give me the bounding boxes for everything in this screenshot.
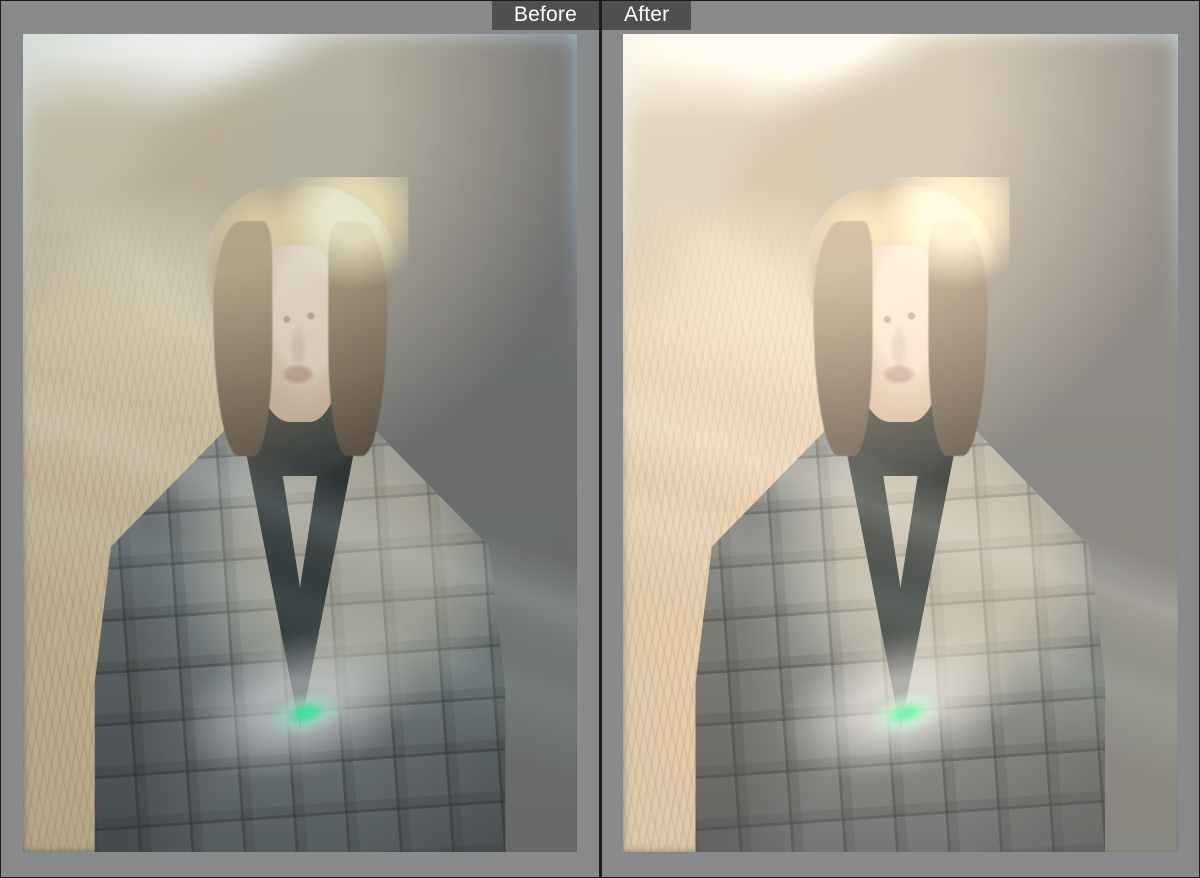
after-label: After	[602, 1, 691, 30]
before-after-compare: Before	[0, 0, 1200, 878]
image-preview-before[interactable]	[23, 34, 578, 852]
image-preview-after[interactable]	[623, 34, 1177, 852]
before-pane[interactable]: Before	[0, 0, 600, 878]
before-label: Before	[492, 1, 599, 30]
after-pane[interactable]: After	[600, 0, 1200, 878]
